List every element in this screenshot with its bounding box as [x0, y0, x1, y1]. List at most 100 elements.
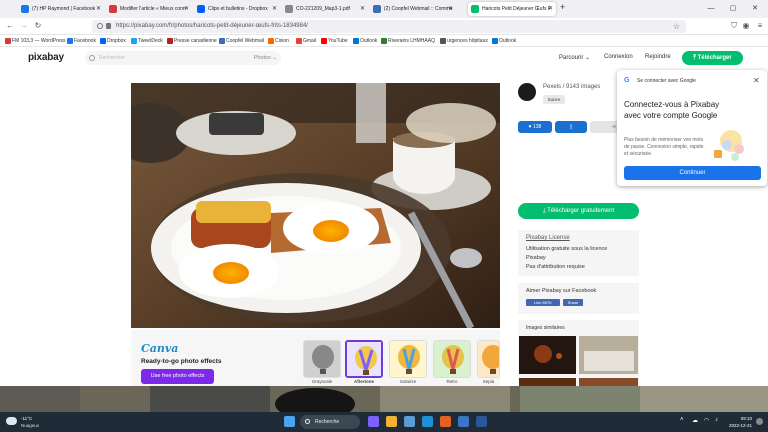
google-icon — [296, 38, 302, 44]
bookmark-item[interactable]: Cision — [268, 35, 289, 47]
forward-icon[interactable]: → — [18, 20, 30, 32]
login-link[interactable]: Connexion — [604, 54, 633, 60]
clock[interactable]: 09:10 2022-12-21 — [727, 415, 752, 429]
bookmark-item[interactable]: Coopfel Webmail — [219, 35, 264, 47]
tab-dropbox[interactable]: Clips et bulletins - Dropbox ✕ — [194, 2, 280, 16]
taskbar-search[interactable]: Recherche — [300, 415, 360, 429]
browse-link[interactable]: Parcourir ⌄ — [559, 54, 590, 61]
facebook-icon — [21, 5, 29, 13]
new-tab-button[interactable]: + — [560, 2, 565, 12]
heart-icon: ♥ — [528, 124, 532, 130]
bookmark-item[interactable]: urgences hôpitaux — [440, 35, 488, 47]
tab-pdf[interactable]: CO-221209_Map3-1.pdf ✕ — [282, 2, 368, 16]
effect-aftertone[interactable] — [345, 340, 383, 378]
account-icon[interactable]: ◉ — [740, 20, 752, 32]
bookmark-item[interactable]: Riverains LHMHAAQ — [381, 35, 435, 47]
volume-icon[interactable]: ♪ — [715, 417, 718, 423]
chevron-up-icon[interactable]: ˄ — [680, 417, 684, 423]
effect-grayscale[interactable] — [303, 340, 341, 378]
windows-start-icon[interactable] — [284, 416, 295, 427]
popup-text: Plus besoin de mémoriser vos mots de pas… — [624, 137, 704, 157]
tab-webmail[interactable]: (2) Coopfel Webmail :: Comme ✕ — [370, 2, 456, 16]
bookmark-item[interactable]: Outlook — [353, 35, 377, 47]
close-icon[interactable]: ✕ — [360, 2, 365, 16]
effect-solarize[interactable] — [389, 340, 427, 378]
bookmark-item[interactable]: Presse canadienne — [167, 35, 217, 47]
chrome-icon[interactable] — [386, 416, 397, 427]
facebook-share-button[interactable]: Share — [563, 299, 583, 306]
weather-widget[interactable]: -11°C Nuageux — [6, 415, 66, 429]
avatar[interactable] — [518, 83, 536, 101]
similar-image[interactable] — [519, 336, 576, 374]
tab-label: (7) HP Raymond | Facebook — [32, 6, 96, 12]
word-icon[interactable] — [476, 416, 487, 427]
upload-button[interactable]: ⤒ Télécharger — [682, 51, 743, 65]
tab-label: Modifier l'article « Mieux conn — [120, 6, 186, 12]
menu-icon[interactable]: ≡ — [754, 20, 766, 32]
close-window-icon[interactable]: ✕ — [744, 0, 766, 18]
onedrive-icon[interactable]: ☁ — [692, 417, 698, 424]
minimize-icon[interactable]: — — [700, 0, 722, 18]
similar-image[interactable] — [519, 378, 576, 386]
effect-retro[interactable] — [433, 340, 471, 378]
edge-icon[interactable] — [422, 416, 433, 427]
effect-sepia[interactable] — [477, 340, 500, 378]
author-stats[interactable]: Pexels / 9143 images — [543, 84, 600, 90]
wifi-icon[interactable]: ◠ — [704, 417, 709, 424]
like-button[interactable]: ♥ 138 — [518, 121, 552, 133]
effect-label: Solarize — [399, 379, 417, 384]
file-explorer-icon[interactable] — [404, 416, 415, 427]
balloon-thumbnail — [434, 341, 470, 377]
download-free-button[interactable]: ⤓ Télécharger gratuitement — [518, 203, 639, 219]
save-button[interactable]: ▯ — [555, 121, 587, 133]
search-icon — [305, 419, 310, 424]
lock-icon — [106, 23, 111, 29]
teams-icon[interactable] — [368, 416, 379, 427]
bookmark-item[interactable]: Gmail — [296, 35, 316, 47]
search-input[interactable]: Rechercher Photos ⌄ — [85, 51, 281, 65]
main-photo[interactable] — [131, 83, 500, 328]
license-title[interactable]: Pixabay License — [526, 235, 570, 241]
back-icon[interactable]: ← — [4, 20, 16, 32]
close-icon[interactable]: ✕ — [272, 2, 277, 16]
bookmark-item[interactable]: Dropbox — [100, 35, 126, 47]
pocket-icon[interactable]: ⛉ — [728, 20, 740, 32]
bookmark-label: YouTube — [328, 38, 348, 44]
outlook-icon[interactable] — [458, 416, 469, 427]
continue-button[interactable]: Continuer — [624, 166, 761, 180]
bookmark-item[interactable]: YouTube — [321, 35, 348, 47]
signup-link[interactable]: Rejoindre — [645, 54, 671, 60]
webmail-icon — [373, 5, 381, 13]
weather-temp: -11°C — [21, 416, 33, 421]
desktop-background — [0, 386, 768, 412]
similar-image[interactable] — [579, 378, 638, 386]
site-header: pixabay Rechercher Photos ⌄ Parcourir ⌄ … — [0, 47, 768, 69]
search-type-select[interactable]: Photos ⌄ — [254, 51, 277, 65]
facebook-like-button[interactable]: Like 857K — [526, 299, 560, 306]
bookmark-item[interactable]: Outlook — [492, 35, 516, 47]
close-icon[interactable]: ✕ — [548, 2, 553, 16]
bookmarks-bar: FM 103,3 — WordPress Facebook Dropbox Tw… — [0, 35, 768, 47]
bookmark-item[interactable]: FM 103,3 — WordPress — [5, 35, 66, 47]
tab-pixabay[interactable]: Haricots Petit Déjeuner Œufs F ✕ — [468, 2, 556, 16]
similar-image[interactable] — [579, 336, 638, 374]
bookmark-item[interactable]: Facebook — [67, 35, 96, 47]
follow-button[interactable]: Suivre — [543, 95, 565, 104]
bookmark-item[interactable]: TweetDeck — [131, 35, 163, 47]
outlook-icon — [353, 38, 359, 44]
pixabay-logo[interactable]: pixabay — [28, 52, 64, 63]
canva-effects-button[interactable]: Use free photo effects — [141, 369, 214, 384]
coffee-beans-thumbnail — [519, 336, 576, 374]
tab-facebook[interactable]: (7) HP Raymond | Facebook ✕ — [18, 2, 104, 16]
notification-icon[interactable] — [756, 418, 763, 425]
reload-icon[interactable]: ↻ — [32, 20, 44, 32]
firefox-icon[interactable] — [440, 416, 451, 427]
url-bar[interactable]: https://pixabay.com/fr/photos/haricots-p… — [92, 20, 686, 33]
close-icon[interactable]: ✕ — [184, 2, 189, 16]
maximize-icon[interactable]: ▢ — [722, 0, 744, 18]
close-icon[interactable]: ✕ — [448, 2, 453, 16]
bookmark-star-icon[interactable]: ☆ — [673, 20, 680, 33]
tab-wordpress[interactable]: Modifier l'article « Mieux conn ✕ — [106, 2, 192, 16]
close-icon[interactable]: ✕ — [753, 76, 760, 85]
close-icon[interactable]: ✕ — [96, 2, 101, 16]
